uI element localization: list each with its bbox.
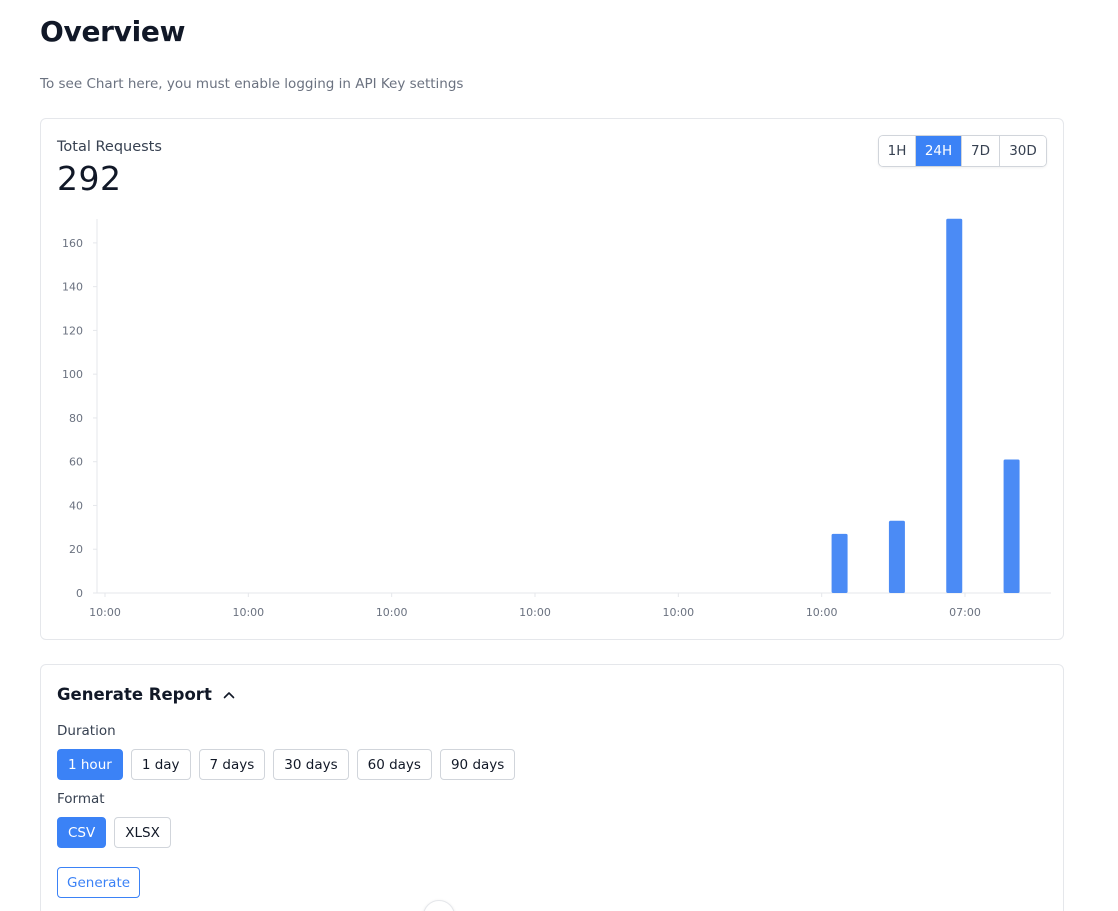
x-tick-label: 07:00 (949, 606, 981, 619)
generate-button[interactable]: Generate (57, 867, 141, 898)
x-tick-label: 10:00 (89, 606, 121, 619)
y-tick-label: 80 (69, 412, 83, 425)
request-count-bar (946, 218, 963, 593)
format-csv-button[interactable]: CSV (57, 817, 107, 848)
generate-report-panel: Generate Report Duration 1 hour 1 day 7 … (40, 664, 1064, 911)
duration-30-days-button[interactable]: 30 days (273, 749, 349, 780)
generate-report-toggle[interactable]: Generate Report (57, 685, 236, 704)
duration-60-days-button[interactable]: 60 days (356, 749, 432, 780)
y-tick-label: 120 (62, 324, 83, 337)
request-count-bar (831, 533, 848, 593)
duration-7-days-button[interactable]: 7 days (198, 749, 266, 780)
y-tick-label: 0 (76, 587, 83, 600)
y-tick-label: 60 (69, 456, 83, 469)
format-options: CSV XLSX (57, 817, 171, 848)
x-tick-label: 10:00 (806, 606, 838, 619)
y-tick-label: 160 (62, 237, 83, 250)
x-tick-label: 10:00 (519, 606, 551, 619)
y-tick-label: 20 (69, 543, 83, 556)
y-tick-label: 140 (62, 281, 83, 294)
chevron-up-icon (223, 691, 235, 698)
requests-chart-card: Total Requests 292 1H 24H 7D 30D 0 20 40 60… (40, 118, 1064, 640)
duration-options: 1 hour 1 day 7 days 30 days 60 days 90 d… (57, 749, 516, 780)
generate-report-title: Generate Report (57, 685, 212, 704)
duration-label: Duration (57, 723, 116, 739)
duration-1-day-button[interactable]: 1 day (130, 749, 191, 780)
x-tick-label: 10:00 (232, 606, 264, 619)
duration-1-hour-button[interactable]: 1 hour (57, 749, 123, 780)
y-tick-label: 40 (69, 499, 83, 512)
page-title: Overview (40, 15, 186, 48)
request-count-bar (888, 520, 905, 593)
request-count-bar (1003, 459, 1020, 593)
format-xlsx-button[interactable]: XLSX (114, 817, 171, 848)
duration-90-days-button[interactable]: 90 days (439, 749, 516, 780)
logging-notice: To see Chart here, you must enable loggi… (40, 76, 464, 92)
format-label: Format (57, 791, 105, 807)
x-tick-label: 10:00 (376, 606, 408, 619)
requests-bar-chart: 0 20 40 60 80 100 120 140 160 10:00 10:00 10:00 10:0… (62, 218, 1051, 619)
x-tick-label: 10:00 (662, 606, 694, 619)
y-tick-label: 100 (62, 368, 83, 381)
